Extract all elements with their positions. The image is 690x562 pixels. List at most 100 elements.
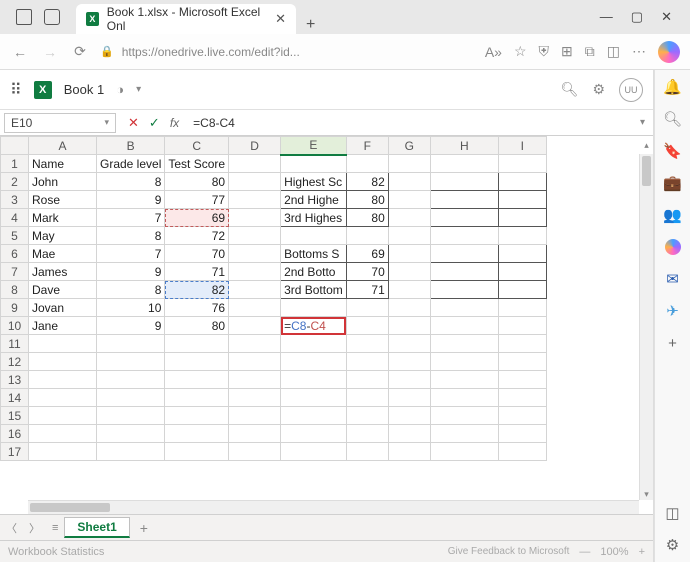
cell-I10[interactable] [498,317,546,335]
cell-B8[interactable]: 8 [97,281,165,299]
cell-G11[interactable] [388,335,430,353]
cell-G1[interactable] [388,155,430,173]
select-all-corner[interactable] [1,137,29,155]
cell-H17[interactable] [430,443,498,461]
cell-E15[interactable] [281,407,347,425]
cell-A17[interactable] [29,443,97,461]
cell-F16[interactable] [346,425,388,443]
cell-H14[interactable] [430,389,498,407]
cell-I5[interactable] [498,227,546,245]
cell-H1[interactable] [430,155,498,173]
cell-I15[interactable] [498,407,546,425]
col-header-E[interactable]: E [281,137,347,155]
row-header-2[interactable]: 2 [1,173,29,191]
cell-H9[interactable] [430,299,498,317]
cell-F13[interactable] [346,371,388,389]
expand-formula-bar[interactable]: ▾ [632,117,653,128]
cell-E14[interactable] [281,389,347,407]
cell-H3[interactable] [430,191,498,209]
cell-G10[interactable] [388,317,430,335]
cell-C3[interactable]: 77 [165,191,229,209]
cell-A2[interactable]: John [29,173,97,191]
sheet-list-icon[interactable]: ≡ [46,522,64,534]
cell-C6[interactable]: 70 [165,245,229,263]
cell-E11[interactable] [281,335,347,353]
panel-icon[interactable]: ◫ [664,504,682,522]
cell-F10[interactable] [346,317,388,335]
cell-D2[interactable] [229,173,281,191]
col-header-G[interactable]: G [388,137,430,155]
cell-C7[interactable]: 71 [165,263,229,281]
cell-D3[interactable] [229,191,281,209]
cell-B17[interactable] [97,443,165,461]
settings-rail-icon[interactable]: ⚙ [664,536,682,554]
cell-G15[interactable] [388,407,430,425]
chevron-down-icon[interactable]: ▾ [104,117,109,128]
cell-G14[interactable] [388,389,430,407]
cell-C1[interactable]: Test Score [165,155,229,173]
row-header-17[interactable]: 17 [1,443,29,461]
cell-A8[interactable]: Dave [29,281,97,299]
cell-B4[interactable]: 7 [97,209,165,227]
cell-F8[interactable]: 71 [346,281,388,299]
cell-B16[interactable] [97,425,165,443]
extensions-icon[interactable]: ⊞ [561,43,573,60]
document-name[interactable]: Book 1 [64,82,104,97]
fx-icon[interactable]: fx [170,116,179,130]
close-tab-icon[interactable]: ✕ [275,11,286,27]
row-header-4[interactable]: 4 [1,209,29,227]
col-header-F[interactable]: F [346,137,388,155]
dropdown-icon[interactable]: ▾ [136,84,141,95]
cell-I4[interactable] [498,209,546,227]
cell-D14[interactable] [229,389,281,407]
cell-D8[interactable] [229,281,281,299]
cell-B15[interactable] [97,407,165,425]
cell-D6[interactable] [229,245,281,263]
cell-F2[interactable]: 82 [346,173,388,191]
cell-A16[interactable] [29,425,97,443]
cell-B3[interactable]: 9 [97,191,165,209]
cell-I17[interactable] [498,443,546,461]
cell-C9[interactable]: 76 [165,299,229,317]
close-window-button[interactable]: ✕ [661,9,672,25]
cell-H6[interactable] [430,245,498,263]
cell-H15[interactable] [430,407,498,425]
row-header-1[interactable]: 1 [1,155,29,173]
cell-A14[interactable] [29,389,97,407]
cell-I14[interactable] [498,389,546,407]
cell-F14[interactable] [346,389,388,407]
tag-icon[interactable]: 🔖 [664,142,682,160]
cell-C5[interactable]: 72 [165,227,229,245]
workbook-stats[interactable]: Workbook Statistics [8,546,104,558]
cell-E12[interactable] [281,353,347,371]
saved-icon[interactable]: ◑ [116,82,124,97]
favorite-icon[interactable]: ☆ [514,43,527,60]
cell-B10[interactable]: 9 [97,317,165,335]
cell-D17[interactable] [229,443,281,461]
col-header-I[interactable]: I [498,137,546,155]
cell-D11[interactable] [229,335,281,353]
cell-G3[interactable] [388,191,430,209]
cell-I11[interactable] [498,335,546,353]
cell-F12[interactable] [346,353,388,371]
col-header-A[interactable]: A [29,137,97,155]
cell-I2[interactable] [498,173,546,191]
vertical-scrollbar[interactable]: ▴ ▾ [639,154,653,500]
copilot-icon[interactable] [658,41,680,63]
settings-icon[interactable]: ⚙ [592,81,605,98]
cell-C12[interactable] [165,353,229,371]
cell-A13[interactable] [29,371,97,389]
cell-F4[interactable]: 80 [346,209,388,227]
cancel-formula-button[interactable]: ✕ [128,115,139,131]
maximize-button[interactable]: ▢ [631,9,643,25]
url-field[interactable]: 🔒 https://onedrive.live.com/edit?id... [100,45,475,59]
cell-G13[interactable] [388,371,430,389]
cell-D7[interactable] [229,263,281,281]
feedback-link[interactable]: Give Feedback to Microsoft [448,546,570,557]
cell-H4[interactable] [430,209,498,227]
cell-C16[interactable] [165,425,229,443]
cell-B7[interactable]: 9 [97,263,165,281]
cell-B2[interactable]: 8 [97,173,165,191]
sheet-tab-active[interactable]: Sheet1 [64,517,129,538]
scroll-thumb[interactable] [30,503,110,512]
